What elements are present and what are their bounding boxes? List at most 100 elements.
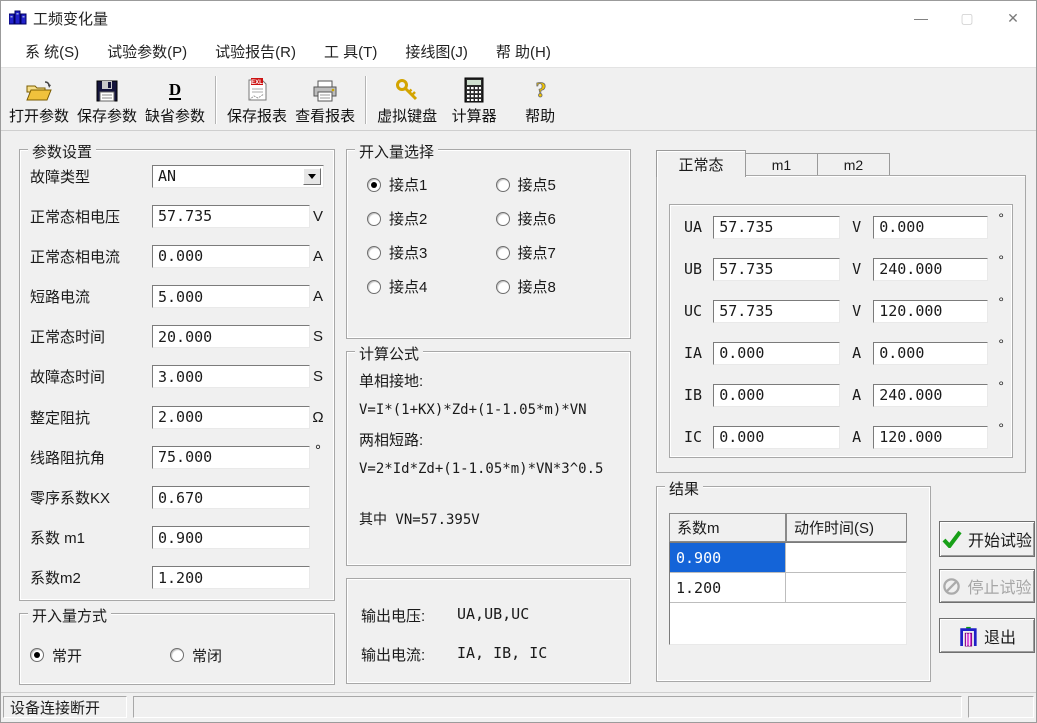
ia-amplitude-field[interactable]: 0.000 (713, 342, 840, 365)
input-mode-panel: 开入量方式 常开 常闭 (19, 613, 335, 685)
tab-normal-state[interactable]: 正常态 (656, 150, 746, 177)
tab-m2[interactable]: m2 (818, 153, 890, 176)
radio-contact-7[interactable]: 接点7 (496, 242, 615, 263)
tab-m1[interactable]: m1 (746, 153, 818, 176)
result-table: 系数m 动作时间(S) 0.900 1.200 (669, 513, 907, 645)
zero-seq-coefficient-kx-field[interactable]: 0.670 (152, 486, 310, 509)
ub-amplitude-field[interactable]: 57.735 (713, 258, 840, 281)
save-params-button[interactable]: 保存参数 (73, 72, 141, 128)
line-impedance-angle-field[interactable]: 75.000 (152, 446, 310, 469)
menu-item-test-report[interactable]: 试验报告(R) (201, 36, 310, 67)
ic-angle-field[interactable]: 120.000 (873, 426, 988, 449)
degree-symbol: ° (988, 420, 1004, 436)
toolbar-separator (365, 76, 367, 124)
degree-symbol: ° (988, 210, 1004, 226)
uc-amplitude-field[interactable]: 57.735 (713, 300, 840, 323)
radio-icon (496, 246, 510, 260)
params-panel: 参数设置 故障类型 AN 正常态相电压 57.735 V 正常态相电流 0.00… (19, 149, 335, 601)
app-icon (9, 10, 27, 26)
input-mode-panel-title: 开入量方式 (28, 605, 111, 626)
ib-angle-field[interactable]: 240.000 (873, 384, 988, 407)
radio-icon (496, 178, 510, 192)
statusbar: 设备连接断开 (1, 692, 1036, 722)
minimize-button[interactable]: — (898, 1, 944, 35)
default-params-button[interactable]: D 缺省参数 (141, 72, 209, 128)
status-device-cell: 设备连接断开 (3, 696, 127, 718)
titlebar: 工频变化量 — ▢ ✕ (1, 1, 1036, 35)
radio-normally-open[interactable]: 常开 (30, 645, 170, 666)
result-panel-title: 结果 (665, 478, 703, 499)
formula-two-phase: V=2*Id*Zd+(1-1.05*m)*VN*3^0.5 (359, 461, 622, 477)
result-header-m[interactable]: 系数m (669, 513, 786, 542)
svg-text:EXL: EXL (251, 80, 263, 86)
ua-amplitude-field[interactable]: 57.735 (713, 216, 840, 239)
radio-contact-3[interactable]: 接点3 (367, 242, 486, 263)
window-title: 工频变化量 (33, 8, 108, 29)
menu-item-tools[interactable]: 工 具(T) (310, 36, 391, 67)
start-test-button[interactable]: 开始试验 (939, 521, 1035, 557)
contact-select-panel: 开入量选择 接点1 接点5 接点2 接点6 (346, 149, 631, 339)
radio-icon (496, 280, 510, 294)
result-header-time[interactable]: 动作时间(S) (786, 513, 907, 542)
setting-impedance-field[interactable]: 2.000 (152, 406, 310, 429)
virtual-keyboard-button[interactable]: 虚拟键盘 (373, 72, 441, 128)
radio-contact-1[interactable]: 接点1 (367, 174, 486, 195)
radio-normally-closed[interactable]: 常闭 (170, 645, 222, 666)
radio-icon (30, 648, 44, 662)
toolbar-separator (215, 76, 217, 124)
maximize-button[interactable]: ▢ (944, 1, 990, 35)
ib-amplitude-field[interactable]: 0.000 (713, 384, 840, 407)
uc-angle-field[interactable]: 120.000 (873, 300, 988, 323)
short-circuit-current-field[interactable]: 5.000 (152, 285, 310, 308)
radio-contact-8[interactable]: 接点8 (496, 276, 615, 297)
radio-contact-6[interactable]: 接点6 (496, 208, 615, 229)
normal-state-time-field[interactable]: 20.000 (152, 325, 310, 348)
printer-icon (312, 74, 338, 103)
ua-angle-field[interactable]: 0.000 (873, 216, 988, 239)
normal-phase-voltage-field[interactable]: 57.735 (152, 205, 310, 228)
coefficient-m2-field[interactable]: 1.200 (152, 566, 310, 589)
open-folder-icon (25, 74, 53, 103)
output-voltage-label: 输出电压: (361, 605, 457, 626)
coefficient-m1-field[interactable]: 0.900 (152, 526, 310, 549)
chevron-down-icon[interactable] (303, 168, 321, 185)
radio-icon (367, 280, 381, 294)
menu-item-wiring-diagram[interactable]: 接线图(J) (391, 36, 482, 67)
radio-contact-5[interactable]: 接点5 (496, 174, 615, 195)
result-row[interactable]: 0.900 (670, 543, 906, 573)
no-entry-icon (942, 577, 961, 596)
svg-text:D: D (169, 80, 181, 99)
menu-item-help[interactable]: 帮 助(H) (482, 36, 565, 67)
toolbar: 打开参数 保存参数 D 缺省参数 (1, 69, 1036, 131)
contact-select-panel-title: 开入量选择 (355, 141, 438, 162)
status-message-cell (133, 696, 962, 718)
menu-item-system[interactable]: 系 统(S) (11, 36, 93, 67)
open-params-button[interactable]: 打开参数 (5, 72, 73, 128)
result-row[interactable]: 1.200 (670, 573, 906, 603)
radio-contact-2[interactable]: 接点2 (367, 208, 486, 229)
radio-icon (496, 212, 510, 226)
ic-amplitude-field[interactable]: 0.000 (713, 426, 840, 449)
menu-item-test-params[interactable]: 试验参数(P) (93, 36, 201, 67)
status-extra-cell (968, 696, 1034, 718)
fault-state-time-field[interactable]: 3.000 (152, 365, 310, 388)
formula-heading-single-phase: 单相接地: (359, 370, 622, 391)
help-button[interactable]: ? 帮助 (507, 72, 573, 128)
fault-type-label: 故障类型 (30, 166, 152, 187)
close-button[interactable]: ✕ (990, 1, 1036, 35)
phasor-tabpanel: UA 57.735 V 0.000 ° UB 57.735 V 240.000 … (656, 175, 1026, 473)
calculator-button[interactable]: 计算器 (441, 72, 507, 128)
stop-test-button[interactable]: 停止试验 (939, 569, 1035, 603)
save-report-button[interactable]: EXL 保存报表 (223, 72, 291, 128)
fault-type-select[interactable]: AN (152, 165, 324, 188)
view-report-button[interactable]: 查看报表 (291, 72, 359, 128)
formula-panel: 计算公式 单相接地: V=I*(1+KX)*Zd+(1-1.05*m)*VN 两… (346, 351, 631, 566)
default-params-icon: D (164, 74, 186, 103)
degree-symbol: ° (988, 336, 1004, 352)
exit-button[interactable]: 退出 (939, 618, 1035, 653)
ia-angle-field[interactable]: 0.000 (873, 342, 988, 365)
radio-contact-4[interactable]: 接点4 (367, 276, 486, 297)
formula-note-vn: 其中 VN=57.395V (359, 509, 622, 529)
ub-angle-field[interactable]: 240.000 (873, 258, 988, 281)
normal-phase-current-field[interactable]: 0.000 (152, 245, 310, 268)
